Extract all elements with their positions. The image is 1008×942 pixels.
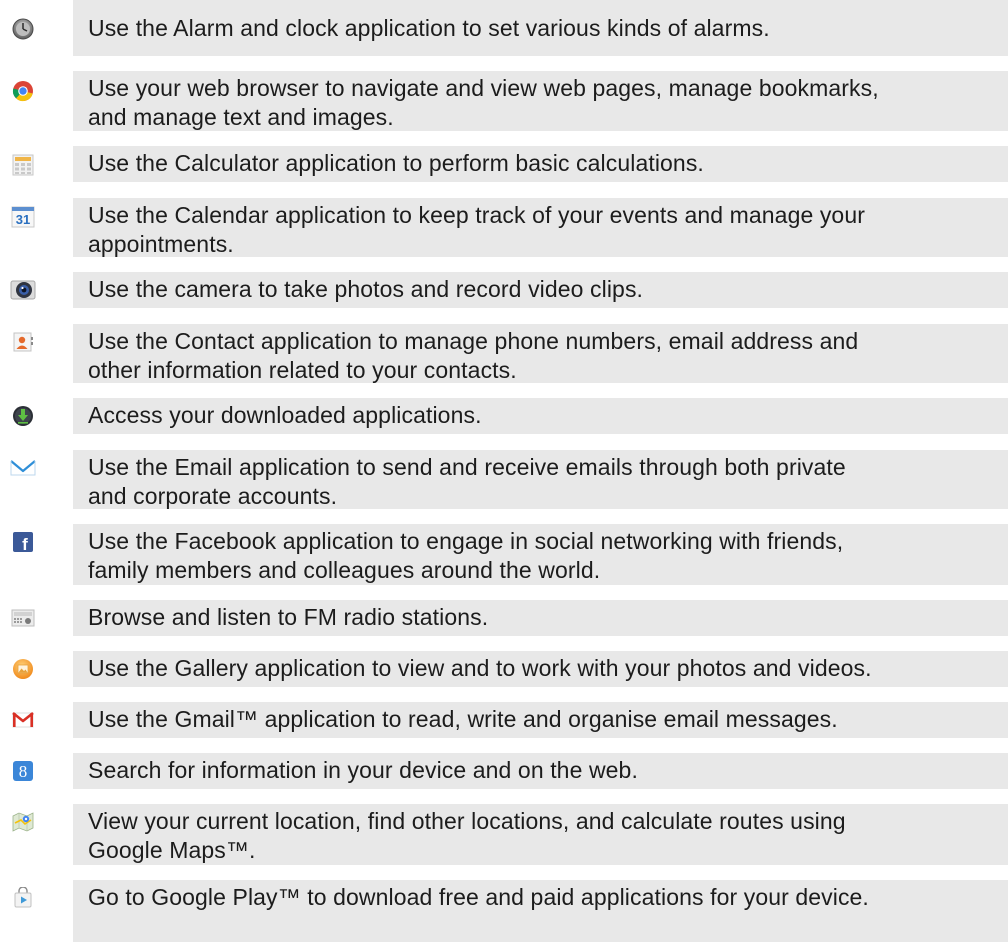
item-description: Use your web browser to navigate and vie… (88, 75, 879, 130)
item-description: View your current location, find other l… (88, 808, 846, 863)
gmail-icon (8, 705, 38, 735)
svg-text:31: 31 (16, 212, 30, 227)
item-description: Browse and listen to FM radio stations. (88, 604, 489, 630)
calculator-icon (8, 150, 38, 180)
item-description: Use the Facebook application to engage i… (88, 528, 844, 583)
clock-icon (8, 14, 38, 44)
camera-icon (8, 275, 38, 305)
play-store-icon (8, 883, 38, 913)
svg-text:8: 8 (19, 762, 28, 781)
item-description: Go to Google Play™ to download free and … (88, 884, 869, 910)
item-description: Use the Gallery application to view and … (88, 655, 872, 681)
fm-radio-icon (8, 603, 38, 633)
item-description: Use the Alarm and clock application to s… (88, 15, 770, 41)
email-icon (8, 453, 38, 483)
svg-text:f: f (22, 535, 28, 553)
facebook-icon: f (8, 527, 38, 557)
item-description: Use the Email application to send and re… (88, 454, 846, 509)
item-description: Use the camera to take photos and record… (88, 276, 644, 302)
gallery-icon (8, 654, 38, 684)
browser-icon (8, 76, 38, 106)
item-description: Use the Gmail™ application to read, writ… (88, 706, 838, 732)
item-description: Search for information in your device an… (88, 757, 638, 783)
app-list: Use the Alarm and clock application to s… (0, 0, 1008, 942)
maps-icon (8, 807, 38, 837)
item-description: Use the Calendar application to keep tra… (88, 202, 865, 257)
item-description: Use the Contact application to manage ph… (88, 328, 859, 383)
download-icon (8, 401, 38, 431)
item-description: Access your downloaded applications. (88, 402, 482, 428)
google-search-icon: 8 (8, 756, 38, 786)
contacts-icon (8, 327, 38, 357)
calendar-icon: 31 (8, 202, 38, 232)
item-description: Use the Calculator application to perfor… (88, 150, 704, 176)
